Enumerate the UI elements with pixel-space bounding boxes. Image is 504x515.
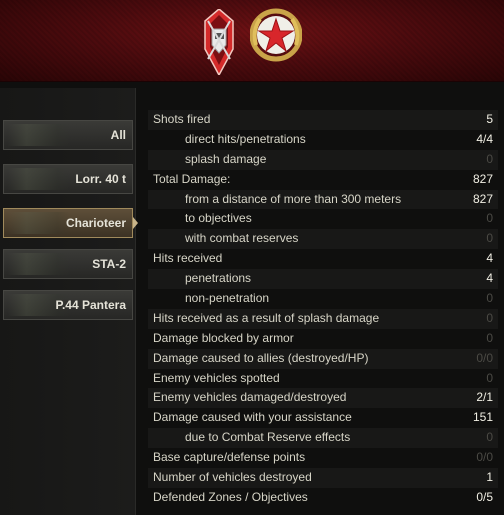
stat-label: Defended Zones / Objectives	[153, 489, 308, 504]
red-star-wreath-medal-icon[interactable]	[250, 7, 302, 63]
stat-label: Damage caused with your assistance	[153, 410, 352, 425]
stat-row: Damage caused with your assistance 151	[148, 408, 498, 428]
stat-label: Hits received as a result of splash dama…	[153, 310, 380, 325]
tank-icon	[8, 168, 70, 190]
battle-stats-list: Shots fired 5 direct hits/penetrations 4/4 s…	[148, 110, 498, 508]
tab-charioteer[interactable]: Charioteer	[3, 208, 138, 238]
stat-value: 0	[486, 151, 493, 166]
stat-label: Damage blocked by armor	[153, 330, 294, 345]
tab-p44-pantera[interactable]: P.44 Pantera	[3, 290, 133, 320]
stat-label: Enemy vehicles damaged/destroyed	[153, 390, 347, 405]
stat-row: Shots fired 5	[148, 110, 498, 130]
stat-value: 4	[486, 251, 493, 266]
stat-value: 0	[486, 211, 493, 226]
stat-row: Total Damage: 827	[148, 170, 498, 190]
stat-value: 151	[472, 410, 493, 425]
stat-label: Number of vehicles destroyed	[153, 470, 312, 485]
stat-label: splash damage	[185, 151, 267, 166]
tank-icon	[8, 212, 70, 234]
stat-row: penetrations 4	[148, 269, 498, 290]
stat-row: direct hits/penetrations 4/4	[148, 130, 498, 150]
stat-row: from a distance of more than 300 meters 8…	[148, 189, 498, 210]
stat-row: Number of vehicles destroyed 1	[148, 468, 498, 488]
stat-label: direct hits/penetrations	[185, 131, 306, 146]
tab-all[interactable]: All	[3, 120, 133, 150]
tab-label: STA-2	[92, 257, 126, 271]
achievements-banner	[0, 0, 504, 82]
stat-row: splash damage 0	[148, 149, 498, 170]
stat-row: with combat reserves 0	[148, 229, 498, 250]
tank-group-icon	[8, 124, 70, 146]
stat-value: 0	[486, 231, 493, 246]
stat-row: Base capture/defense points 0/0	[148, 448, 498, 468]
tab-label: Charioteer	[65, 216, 126, 230]
vehicle-sidebar: All Lorr. 40 t Charioteer STA-2 P.44 Pan…	[0, 88, 138, 515]
tab-lorr-40t[interactable]: Lorr. 40 t	[3, 164, 133, 194]
tab-label: All	[110, 128, 126, 142]
stat-label: Base capture/defense points	[153, 450, 306, 465]
stat-label: Damage caused to allies (destroyed/HP)	[153, 350, 369, 365]
stat-value: 0	[486, 370, 493, 385]
stat-value: 4	[486, 271, 493, 286]
stat-value: 0	[486, 291, 493, 306]
stat-label: due to Combat Reserve effects	[185, 430, 351, 445]
stat-value: 0	[486, 430, 493, 445]
stat-value: 0/0	[476, 450, 493, 465]
stat-value: 0/0	[476, 350, 493, 365]
stat-row: Damage caused to allies (destroyed/HP) 0/…	[148, 348, 498, 369]
stat-value: 5	[486, 112, 493, 126]
stat-label: Shots fired	[153, 112, 211, 126]
stat-row: to objectives 0	[148, 209, 498, 229]
tank-icon	[8, 253, 70, 275]
stat-row: Enemy vehicles damaged/destroyed 2/1	[148, 388, 498, 409]
stat-label: penetrations	[185, 271, 252, 286]
stat-value: 0	[486, 310, 493, 325]
stat-row: non-penetration 0	[148, 289, 498, 309]
stat-label: non-penetration	[185, 291, 270, 306]
selected-arrow-icon	[133, 217, 138, 229]
stat-row: Hits received as a result of splash dama…	[148, 308, 498, 329]
stat-value: 827	[472, 191, 493, 206]
stat-label: with combat reserves	[185, 231, 299, 246]
stat-value: 0/5	[476, 489, 493, 504]
tab-label: P.44 Pantera	[55, 298, 127, 312]
stat-label: Enemy vehicles spotted	[153, 370, 280, 385]
stat-row: Enemy vehicles spotted 0	[148, 369, 498, 389]
stat-row: Hits received 4	[148, 249, 498, 269]
stat-value: 827	[472, 171, 493, 186]
stat-row: due to Combat Reserve effects 0	[148, 428, 498, 449]
stat-value: 0	[486, 330, 493, 345]
stat-value: 1	[486, 470, 493, 485]
tab-label: Lorr. 40 t	[75, 172, 126, 186]
stat-value: 4/4	[476, 131, 493, 146]
stat-label: to objectives	[185, 211, 252, 226]
stat-row: Defended Zones / Objectives 0/5	[148, 488, 498, 508]
stat-row: Damage blocked by armor 0	[148, 329, 498, 349]
stat-label: Hits received	[153, 251, 223, 266]
stat-label: Total Damage:	[153, 171, 231, 186]
stat-value: 2/1	[476, 390, 493, 405]
stat-label: from a distance of more than 300 meters	[185, 191, 402, 206]
tab-sta-2[interactable]: STA-2	[3, 249, 133, 279]
guards-shield-medal-icon[interactable]	[200, 9, 238, 75]
